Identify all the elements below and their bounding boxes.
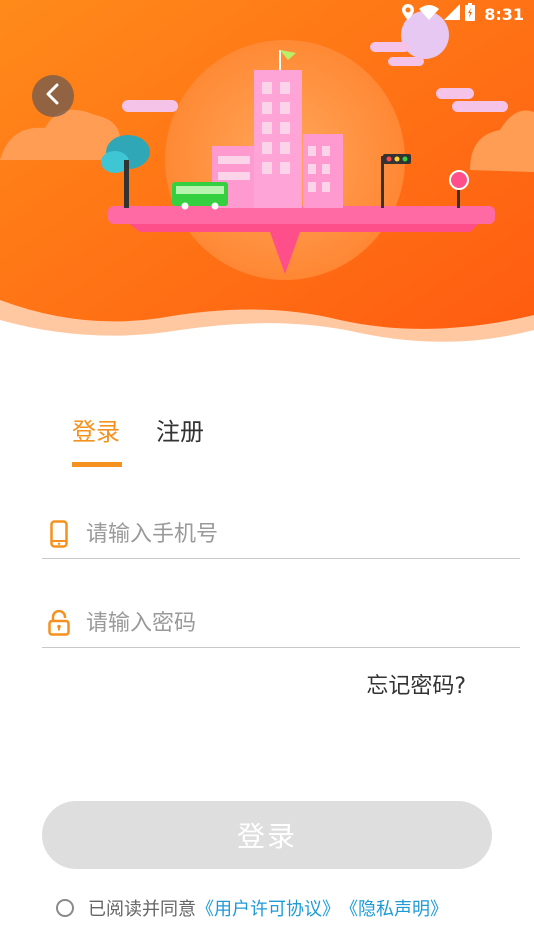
- phone-input[interactable]: [84, 520, 488, 548]
- tab-register[interactable]: 注册: [156, 412, 204, 461]
- phone-icon: [48, 520, 70, 548]
- agreement-checkbox[interactable]: [56, 899, 74, 917]
- password-field: [42, 599, 520, 648]
- lock-icon: [48, 609, 70, 637]
- back-button[interactable]: [32, 75, 74, 117]
- hero-illustration: [0, 0, 534, 360]
- tab-login[interactable]: 登录: [72, 412, 122, 467]
- login-page: 8:31 登录 注册 忘记密码? 登录 已阅读并同意 《用户许可协议》 《隐私声…: [0, 0, 534, 950]
- privacy-link[interactable]: 《隐私声明》: [340, 895, 448, 921]
- auth-tabs: 登录 注册: [72, 412, 204, 467]
- chevron-left-icon: [45, 83, 61, 109]
- status-time: 8:31: [484, 4, 524, 24]
- signal-icon: [444, 4, 461, 24]
- wifi-icon: [419, 4, 440, 24]
- forgot-password-link[interactable]: 忘记密码?: [366, 668, 466, 700]
- login-button[interactable]: 登录: [42, 801, 492, 869]
- user-license-link[interactable]: 《用户许可协议》: [196, 895, 340, 921]
- phone-field: [42, 510, 520, 559]
- password-input[interactable]: [84, 609, 488, 637]
- status-bar: 8:31: [334, 0, 534, 28]
- agreement-row: 已阅读并同意 《用户许可协议》 《隐私声明》: [56, 895, 448, 921]
- battery-icon: [465, 3, 476, 25]
- agreement-prefix: 已阅读并同意: [88, 899, 196, 920]
- location-icon: [402, 4, 415, 24]
